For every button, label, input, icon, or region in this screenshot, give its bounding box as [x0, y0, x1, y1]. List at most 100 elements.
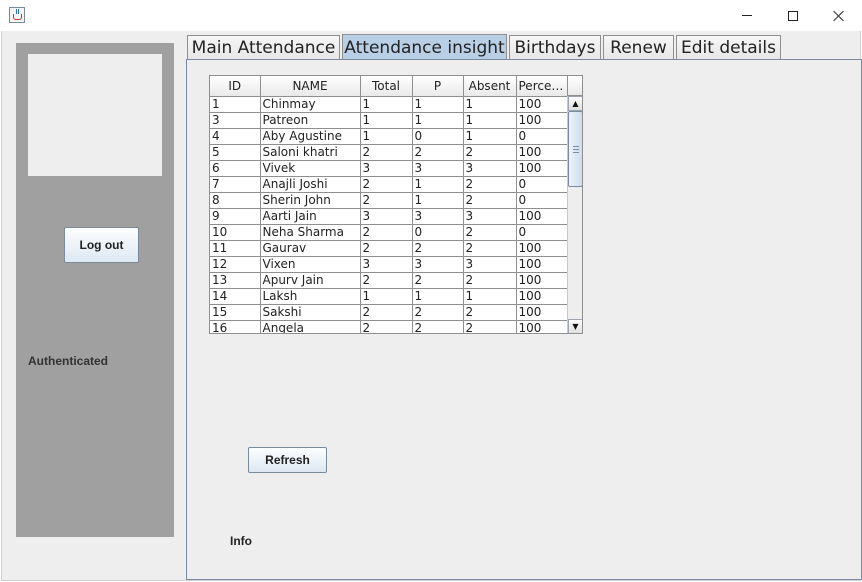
cell-total: 1: [360, 128, 413, 145]
cell-id: 16: [210, 320, 261, 333]
cell-present: 2: [412, 144, 464, 161]
cell-absent: 2: [463, 304, 517, 321]
cell-id: 8: [210, 192, 261, 209]
cell-id: 7: [210, 176, 261, 193]
scroll-up-button[interactable]: ▲: [568, 96, 582, 111]
table-row[interactable]: 4 Aby Agustine 1 0 1 0: [210, 128, 568, 145]
minimize-button[interactable]: [724, 0, 770, 31]
attendance-insight-panel: ID NAME Total P Absent Percen... 1 Chinmay 1 1 1 1…: [186, 59, 862, 580]
cell-name: Apurv Jain: [260, 272, 361, 289]
tab-edit-details[interactable]: Edit details: [676, 35, 781, 60]
cell-percent: 100: [516, 160, 568, 177]
cell-total: 2: [360, 224, 413, 241]
cell-total: 2: [360, 304, 413, 321]
cell-absent: 3: [463, 208, 517, 225]
table-row[interactable]: 5 Saloni khatri 2 2 2 100: [210, 144, 568, 161]
sidebar: Log out Authenticated: [16, 43, 174, 537]
title-bar: [0, 0, 862, 31]
cell-present: 1: [412, 112, 464, 129]
cell-percent: 0: [516, 128, 568, 145]
scroll-corner: [567, 76, 582, 96]
cell-percent: 100: [516, 256, 568, 273]
cell-present: 3: [412, 256, 464, 273]
table-row[interactable]: 7 Anajli Joshi 2 1 2 0: [210, 176, 568, 193]
cell-total: 1: [360, 96, 413, 113]
cell-id: 1: [210, 96, 261, 113]
java-cup-icon: [9, 7, 25, 23]
maximize-button[interactable]: [770, 0, 816, 31]
cell-percent: 100: [516, 144, 568, 161]
close-button[interactable]: [816, 0, 862, 31]
table-row[interactable]: 3 Patreon 1 1 1 100: [210, 112, 568, 129]
table-row[interactable]: 15 Sakshi 2 2 2 100: [210, 304, 568, 321]
cell-total: 3: [360, 160, 413, 177]
cell-percent: 100: [516, 320, 568, 333]
table-row[interactable]: 8 Sherin John 2 1 2 0: [210, 192, 568, 209]
attendance-table: ID NAME Total P Absent Percen... 1 Chinmay 1 1 1 1…: [210, 76, 568, 333]
cell-present: 2: [412, 304, 464, 321]
cell-present: 1: [412, 288, 464, 305]
cell-name: Aarti Jain: [260, 208, 361, 225]
column-header-percent[interactable]: Percen...: [516, 76, 568, 97]
cell-name: Anajli Joshi: [260, 176, 361, 193]
tab-main-attendance[interactable]: Main Attendance: [187, 35, 340, 60]
table-row[interactable]: 13 Apurv Jain 2 2 2 100: [210, 272, 568, 289]
scroll-thumb[interactable]: [568, 111, 582, 187]
cell-total: 2: [360, 144, 413, 161]
cell-name: Patreon: [260, 112, 361, 129]
tab-attendance-insight[interactable]: Attendance insight: [342, 34, 507, 61]
cell-name: Gaurav: [260, 240, 361, 257]
column-header-total[interactable]: Total: [360, 76, 413, 97]
close-icon: [833, 10, 845, 22]
cell-id: 13: [210, 272, 261, 289]
vertical-scrollbar[interactable]: ▲ ▼: [567, 96, 582, 333]
scroll-down-button[interactable]: ▼: [568, 319, 582, 333]
column-header-name[interactable]: NAME: [260, 76, 361, 97]
cell-present: 3: [412, 208, 464, 225]
cell-absent: 1: [463, 288, 517, 305]
column-header-absent[interactable]: Absent: [463, 76, 517, 97]
table-header-row: ID NAME Total P Absent Percen...: [210, 76, 568, 97]
cell-absent: 2: [463, 272, 517, 289]
cell-id: 11: [210, 240, 261, 257]
column-header-id[interactable]: ID: [210, 76, 261, 97]
table-row[interactable]: 12 Vixen 3 3 3 100: [210, 256, 568, 273]
cell-name: Laksh: [260, 288, 361, 305]
logout-button[interactable]: Log out: [64, 227, 139, 263]
cell-total: 2: [360, 320, 413, 333]
cell-percent: 100: [516, 272, 568, 289]
cell-total: 1: [360, 112, 413, 129]
tab-birthdays[interactable]: Birthdays: [509, 35, 601, 60]
refresh-button[interactable]: Refresh: [248, 447, 327, 473]
cell-total: 2: [360, 240, 413, 257]
cell-id: 4: [210, 128, 261, 145]
grip-icon: [573, 146, 579, 153]
status-label: Authenticated: [28, 354, 109, 368]
table-row[interactable]: 10 Neha Sharma 2 0 2 0: [210, 224, 568, 241]
cell-absent: 1: [463, 112, 517, 129]
table-row[interactable]: 16 Angela 2 2 2 100: [210, 320, 568, 333]
cell-name: Saloni khatri: [260, 144, 361, 161]
table-row[interactable]: 11 Gaurav 2 2 2 100: [210, 240, 568, 257]
cell-id: 15: [210, 304, 261, 321]
column-header-present[interactable]: P: [412, 76, 464, 97]
cell-name: Chinmay: [260, 96, 361, 113]
cell-total: 2: [360, 192, 413, 209]
up-arrow-icon: ▲: [572, 99, 579, 108]
table-row[interactable]: 6 Vivek 3 3 3 100: [210, 160, 568, 177]
cell-absent: 2: [463, 176, 517, 193]
cell-percent: 100: [516, 240, 568, 257]
cell-id: 14: [210, 288, 261, 305]
cell-absent: 2: [463, 144, 517, 161]
cell-present: 0: [412, 128, 464, 145]
cell-absent: 3: [463, 256, 517, 273]
table-row[interactable]: 9 Aarti Jain 3 3 3 100: [210, 208, 568, 225]
cell-percent: 0: [516, 176, 568, 193]
table-row[interactable]: 14 Laksh 1 1 1 100: [210, 288, 568, 305]
cell-present: 0: [412, 224, 464, 241]
cell-total: 1: [360, 288, 413, 305]
cell-id: 12: [210, 256, 261, 273]
window-body: Log out Authenticated Main Attendance At…: [1, 31, 862, 581]
table-row[interactable]: 1 Chinmay 1 1 1 100: [210, 96, 568, 113]
tab-renew[interactable]: Renew: [603, 35, 674, 60]
